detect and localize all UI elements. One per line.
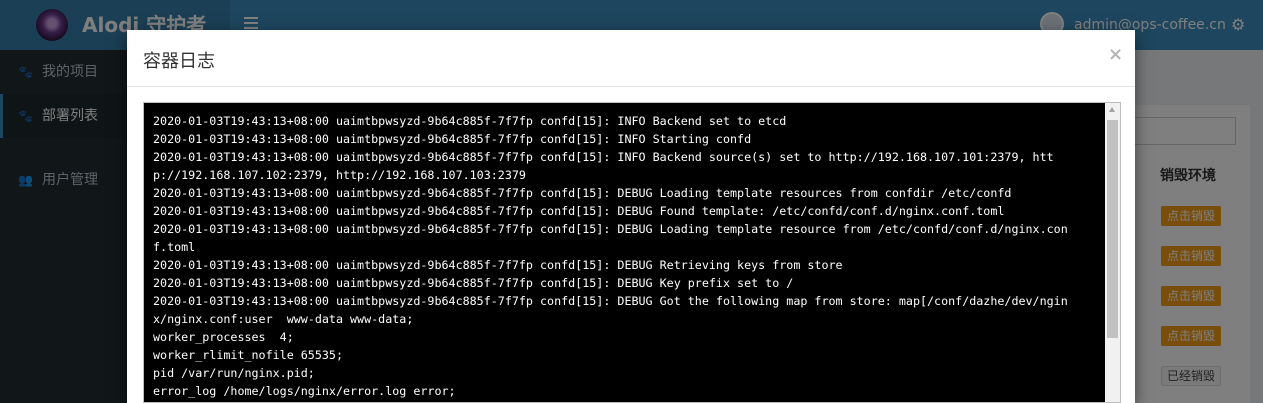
log-line: pid /var/run/nginx.pid; (153, 366, 315, 380)
log-line: f.toml (153, 240, 196, 254)
log-line: p://192.168.107.102:2379, http://192.168… (153, 168, 526, 182)
log-line: error_log /home/logs/nginx/error.log err… (153, 384, 456, 398)
modal-title: 容器日志 (143, 51, 215, 72)
scrollbar-thumb[interactable] (1107, 120, 1118, 338)
log-viewer[interactable]: 2020-01-03T19:43:13+08:00 uaimtbpwsyzd-9… (143, 102, 1121, 403)
log-line: 2020-01-03T19:43:13+08:00 uaimtbpwsyzd-9… (153, 150, 1054, 164)
log-line: worker_rlimit_nofile 65535; (153, 348, 343, 362)
log-line: 2020-01-03T19:43:13+08:00 uaimtbpwsyzd-9… (153, 204, 1005, 218)
log-line: 2020-01-03T19:43:13+08:00 uaimtbpwsyzd-9… (153, 114, 787, 128)
log-text: 2020-01-03T19:43:13+08:00 uaimtbpwsyzd-9… (153, 112, 1095, 400)
log-line: worker_processes 4; (153, 330, 294, 344)
log-line: x/nginx.conf:user www-data www-data; (153, 312, 414, 326)
modal-header: 容器日志 × (127, 30, 1135, 87)
log-line: 2020-01-03T19:43:13+08:00 uaimtbpwsyzd-9… (153, 276, 794, 290)
log-scrollbar[interactable] (1105, 103, 1120, 402)
log-line: 2020-01-03T19:43:13+08:00 uaimtbpwsyzd-9… (153, 294, 1068, 308)
container-log-modal: 容器日志 × 2020-01-03T19:43:13+08:00 uaimtbp… (127, 30, 1135, 403)
log-line: 2020-01-03T19:43:13+08:00 uaimtbpwsyzd-9… (153, 258, 843, 272)
scroll-up-arrow-icon[interactable] (1109, 107, 1115, 112)
log-line: 2020-01-03T19:43:13+08:00 uaimtbpwsyzd-9… (153, 186, 1012, 200)
log-line: 2020-01-03T19:43:13+08:00 uaimtbpwsyzd-9… (153, 222, 1068, 236)
close-icon[interactable]: × (1108, 44, 1123, 65)
log-line: 2020-01-03T19:43:13+08:00 uaimtbpwsyzd-9… (153, 132, 752, 146)
